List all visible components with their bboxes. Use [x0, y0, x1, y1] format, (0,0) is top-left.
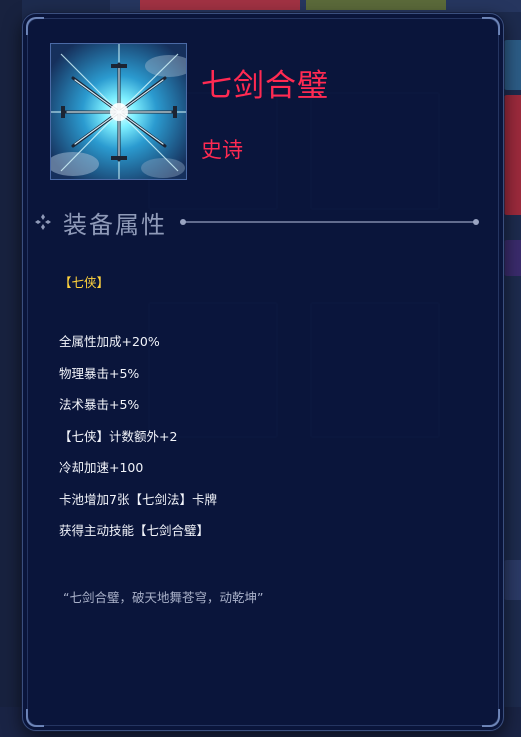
background-card-edge — [503, 95, 521, 215]
panel-corner-ornament — [482, 17, 500, 35]
section-divider-line — [180, 219, 479, 225]
attribute-item: 冷却加速+100 — [59, 460, 144, 475]
background-card-edge — [503, 40, 521, 90]
background-card-edge — [503, 560, 521, 600]
attribute-item: 获得主动技能【七剑合璧】 — [59, 523, 210, 538]
background-card-edge — [503, 240, 521, 276]
item-name: 七剑合璧 — [201, 68, 329, 104]
attribute-item: 【七侠】计数额外+2 — [59, 428, 178, 444]
item-tooltip-panel: 七剑合璧 史诗 装备属性 【七侠】 全属性加成+20% 物理暴击+5% 法术暴击… — [22, 13, 504, 731]
synergy-tag: 【七侠】 — [59, 275, 110, 290]
attribute-item: 法术暴击+5% — [59, 397, 140, 412]
diamond-ornament-icon — [35, 214, 51, 230]
panel-corner-ornament — [482, 709, 500, 727]
section-title: 装备属性 — [63, 210, 167, 239]
background-left-edge — [0, 0, 22, 737]
panel-corner-ornament — [26, 17, 44, 35]
attribute-list: 全属性加成+20% 物理暴击+5% 法术暴击+5% 【七侠】计数额外+2 冷却加… — [59, 332, 479, 553]
panel-corner-ornament — [26, 709, 44, 727]
flavor-text: “七剑合璧，破天地舞苍穹，动乾坤” — [63, 590, 264, 605]
crossed-swords-icon — [51, 44, 186, 179]
attribute-item: 物理暴击+5% — [59, 365, 140, 381]
attribute-item: 全属性加成+20% — [59, 334, 160, 349]
background-card-thumb — [140, 0, 300, 10]
item-image-crossed-swords — [50, 43, 187, 180]
attribute-item: 卡池增加7张【七剑法】卡牌 — [59, 491, 217, 507]
section-header-equipment-attributes: 装备属性 — [35, 205, 480, 239]
item-rarity: 史诗 — [201, 138, 243, 162]
background-card-thumb — [306, 0, 446, 10]
